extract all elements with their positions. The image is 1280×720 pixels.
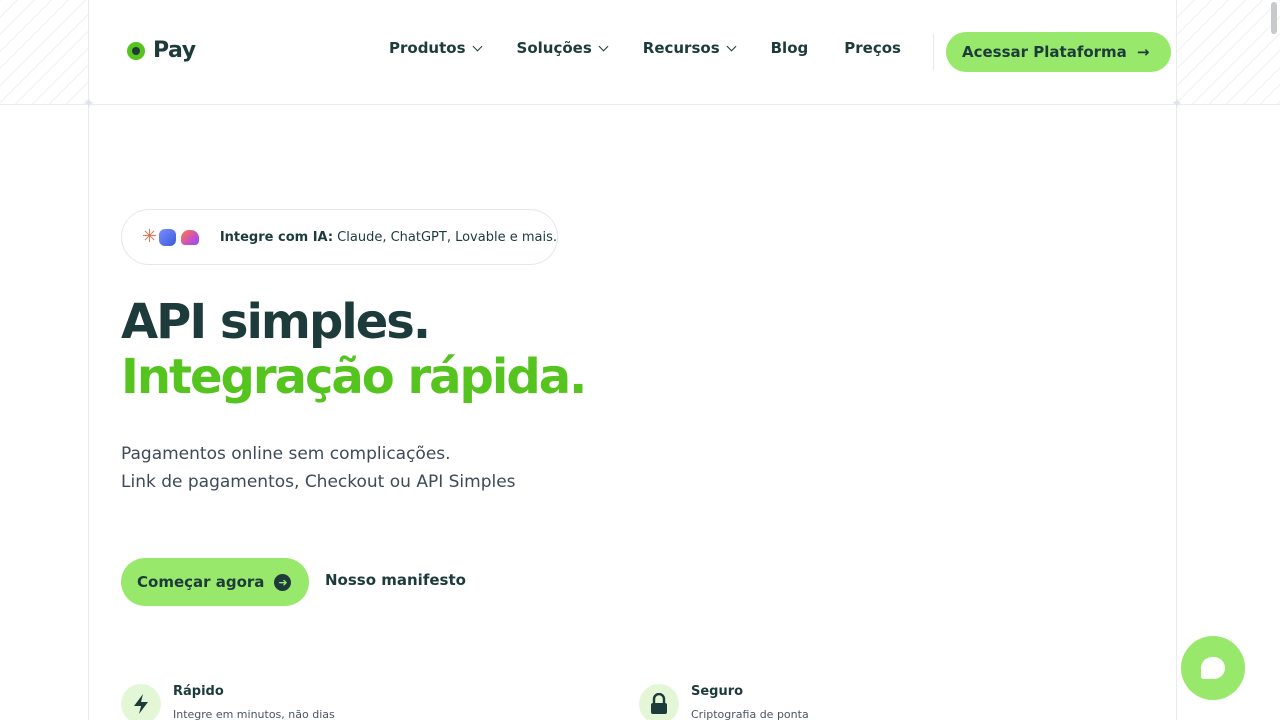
subtitle-line1: Pagamentos online sem complicações.	[121, 444, 451, 464]
decorative-hatch-right	[1177, 0, 1280, 104]
chat-widget-button[interactable]	[1181, 636, 1245, 700]
button-label: Acessar Plataforma	[962, 43, 1127, 61]
access-platform-button[interactable]: Acessar Plataforma →	[946, 32, 1172, 72]
feature-title: Seguro	[691, 684, 744, 699]
subtitle-line2: Link de pagamentos, Checkout ou API Simp…	[121, 472, 516, 492]
logo-icon	[127, 41, 145, 60]
main-nav: Produtos Soluções Recursos Blog Preços	[389, 39, 901, 57]
button-label: Começar agora	[137, 573, 265, 591]
lovable-icon	[181, 229, 200, 245]
bolt-icon	[121, 684, 161, 720]
badge-strong: Integre com IA:	[219, 229, 334, 245]
start-now-button[interactable]: Começar agora ➜	[121, 558, 310, 606]
chatgpt-icon	[159, 228, 177, 246]
nav-item-recursos[interactable]: Recursos	[642, 39, 737, 57]
ai-integration-badge[interactable]: ✳ Integre com IA: Claude, ChatGPT, Lovab…	[121, 209, 558, 265]
claude-icon: ✳	[142, 226, 158, 247]
chevron-down-icon	[472, 41, 482, 51]
badge-detail: Claude, ChatGPT, Lovable e mais.	[333, 229, 557, 245]
feature-desc: Criptografia de ponta	[691, 708, 809, 720]
site-header: Pay Produtos Soluções Recursos Blog Preç…	[89, 0, 1176, 104]
chevron-down-icon	[598, 41, 609, 51]
scrollbar-thumb[interactable]	[1271, 2, 1277, 34]
hero-title-line2: Integração rápida.	[121, 349, 587, 405]
lock-icon	[639, 684, 679, 720]
nav-item-produtos[interactable]: Produtos	[389, 39, 482, 57]
feature-secure: Seguro Criptografia de ponta	[639, 684, 809, 720]
nav-label: Soluções	[516, 39, 592, 57]
brand-logo[interactable]: Pay	[127, 38, 196, 63]
feature-title: Rápido	[173, 684, 224, 699]
chevron-down-icon	[726, 41, 737, 51]
brand-name: Pay	[153, 38, 196, 63]
ai-logos: ✳	[142, 228, 220, 246]
feature-desc: Integre em minutos, não dias	[173, 708, 335, 720]
badge-text: Integre com IA: Claude, ChatGPT, Lovable…	[220, 230, 557, 245]
hero-subtitle: Pagamentos online sem complicações. Link…	[121, 440, 516, 496]
nav-item-blog[interactable]: Blog	[771, 39, 809, 57]
hero-title-line1: API simples.	[121, 294, 431, 350]
arrow-circle-right-icon: ➜	[274, 573, 292, 591]
nav-item-precos[interactable]: Preços	[844, 39, 901, 57]
feature-fast: Rápido Integre em minutos, não dias	[121, 684, 335, 720]
nav-label: Produtos	[389, 39, 466, 57]
header-divider	[0, 104, 1280, 105]
decorative-hatch-left	[0, 0, 88, 104]
nav-item-solucoes[interactable]: Soluções	[516, 39, 609, 57]
chat-bubble-icon	[1201, 657, 1225, 679]
nav-separator	[933, 34, 934, 70]
nav-label: Recursos	[642, 39, 720, 57]
manifesto-link[interactable]: Nosso manifesto	[325, 571, 466, 589]
arrow-right-icon: →	[1136, 43, 1150, 61]
